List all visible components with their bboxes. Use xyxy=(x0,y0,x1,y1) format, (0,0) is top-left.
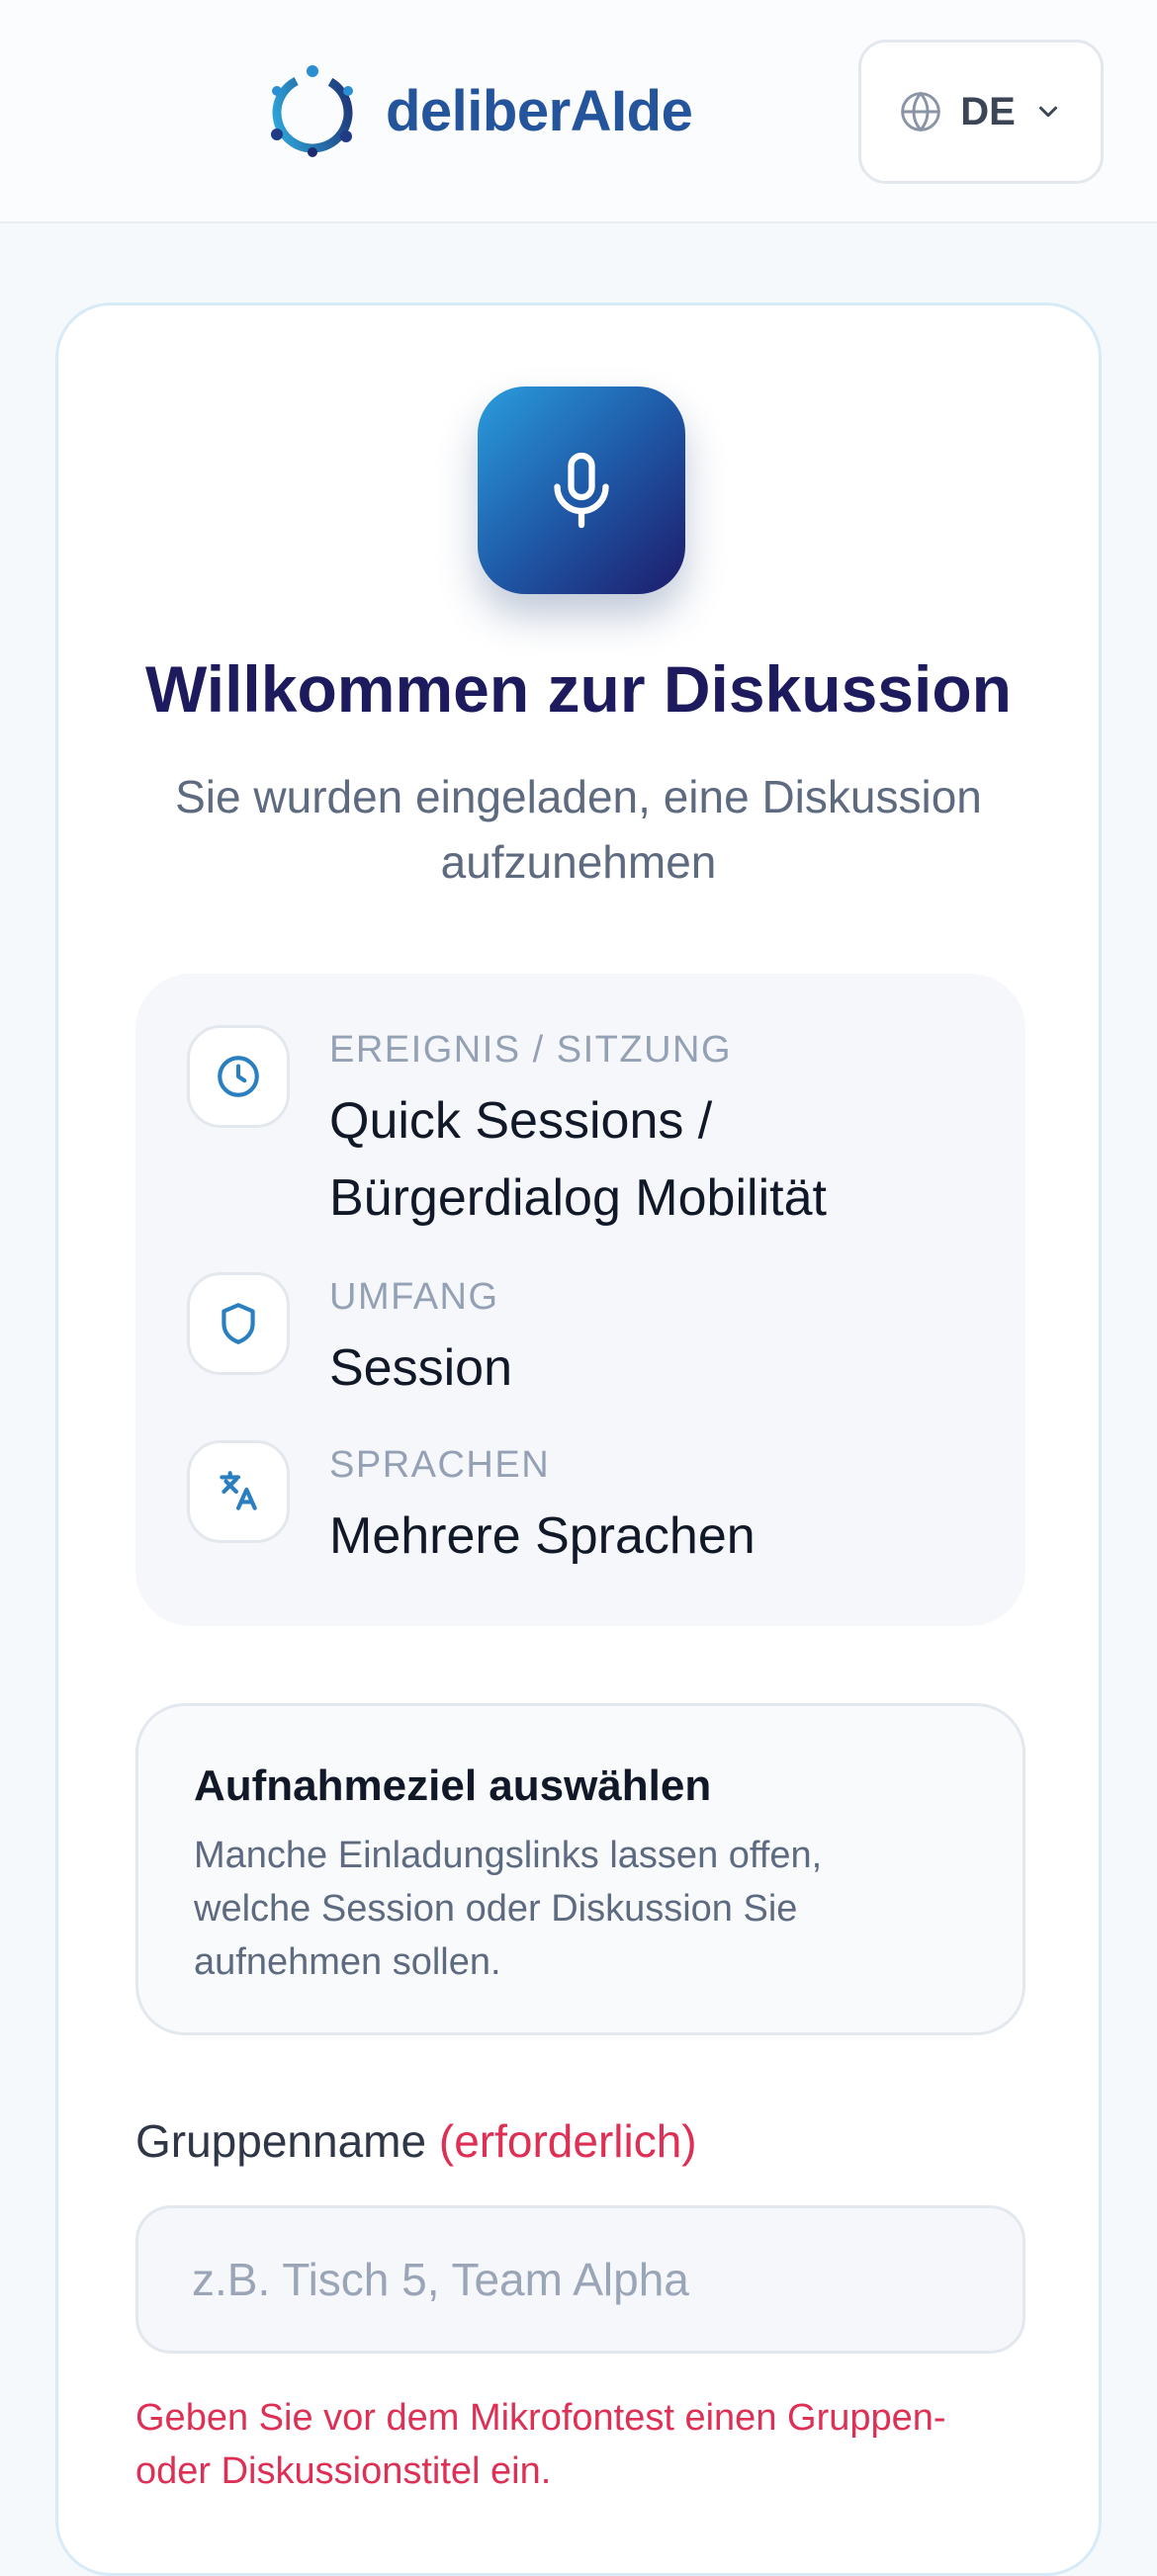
language-selector[interactable]: DE xyxy=(858,40,1104,184)
info-value: Quick Sessions / Bürgerdialog Mobilität xyxy=(329,1092,827,1227)
group-name-error: Geben Sie vor dem Mikrofontest einen Gru… xyxy=(135,2397,946,2492)
group-name-label: Gruppenname (erforderlich) xyxy=(135,2114,697,2168)
logo-icon xyxy=(271,65,353,157)
shield-icon xyxy=(187,1272,290,1375)
clock-icon xyxy=(187,1025,290,1128)
target-title: Aufnahmeziel auswählen xyxy=(194,1761,712,1810)
recording-target-box: Aufnahmeziel auswählen Manche Einladungs… xyxy=(135,1703,1025,2035)
session-info-panel: EREIGNIS / SITZUNG Quick Sessions / Bürg… xyxy=(135,974,1025,1626)
language-code: DE xyxy=(960,89,1016,133)
group-name-input[interactable] xyxy=(135,2205,1025,2354)
globe-icon xyxy=(901,91,941,132)
mic-badge xyxy=(478,386,685,594)
app-header: deliberAIde DE xyxy=(0,0,1157,223)
chevron-down-icon xyxy=(1038,106,1057,118)
microphone-icon xyxy=(554,452,609,529)
group-name-label-text: Gruppenname xyxy=(135,2115,427,2167)
info-label: SPRACHEN xyxy=(329,1444,551,1486)
info-value: Mehrere Sprachen xyxy=(329,1507,756,1565)
welcome-card: Willkommen zur Diskussion Sie wurden ein… xyxy=(55,302,1102,2576)
page-subtitle: Sie wurden eingeladen, eine Diskussion a… xyxy=(175,771,982,888)
target-description: Manche Einladungslinks lassen offen, wel… xyxy=(194,1835,823,1983)
brand-logo[interactable]: deliberAIde xyxy=(259,55,693,166)
info-value: Session xyxy=(329,1339,512,1397)
required-marker: (erforderlich) xyxy=(438,2115,697,2167)
translate-icon xyxy=(187,1440,290,1543)
brand-name: deliberAIde xyxy=(386,78,693,143)
info-label: EREIGNIS / SITZUNG xyxy=(329,1029,733,1071)
info-label: UMFANG xyxy=(329,1276,499,1318)
page-title: Willkommen zur Diskussion xyxy=(145,652,1012,726)
